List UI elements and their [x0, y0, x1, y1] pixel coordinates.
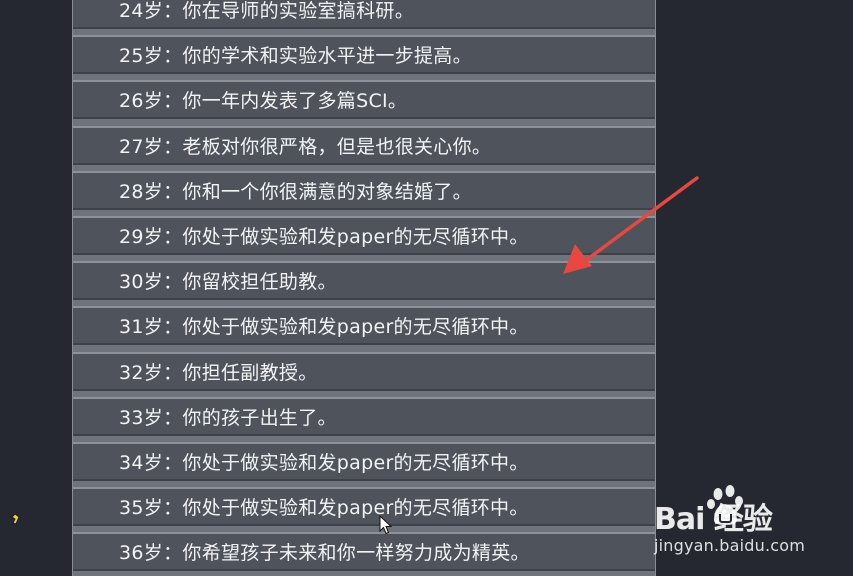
event-text: 你处于做实验和发paper的无尽循环中。: [182, 225, 529, 248]
event-age: 36岁：: [119, 542, 183, 565]
event-age: 25岁：: [119, 45, 183, 68]
event-text: 你一年内发表了多篇SCI。: [182, 90, 408, 113]
event-text: 你希望孩子未来和你一样努力成为精英。: [182, 542, 530, 565]
life-event-row[interactable]: 32岁： 你担任副教授。: [73, 351, 655, 391]
life-event-row[interactable]: 31岁： 你处于做实验和发paper的无尽循环中。: [73, 306, 655, 346]
event-text: 你的孩子出生了。: [182, 406, 337, 429]
life-event-row[interactable]: 35岁： 你处于做实验和发paper的无尽循环中。: [73, 487, 655, 527]
life-event-row[interactable]: 25岁： 你的学术和实验水平进一步提高。: [73, 35, 655, 75]
event-age: 27岁：: [119, 135, 183, 158]
event-text: 你留校担任助教。: [182, 271, 337, 294]
event-age: 31岁：: [119, 316, 183, 339]
life-event-row[interactable]: 28岁： 你和一个你很满意的对象结婚了。: [73, 170, 655, 210]
yellow-mark-icon: [11, 513, 20, 525]
event-text: 你和一个你很满意的对象结婚了。: [182, 180, 472, 203]
event-age: 29岁：: [119, 225, 183, 248]
event-age: 24岁：: [119, 0, 183, 22]
event-age: 34岁：: [119, 451, 183, 474]
life-event-row[interactable]: 36岁： 你希望孩子未来和你一样努力成为精英。: [73, 532, 655, 572]
event-age: 28岁：: [119, 180, 183, 203]
life-event-row[interactable]: 26岁： 你一年内发表了多篇SCI。: [73, 80, 655, 120]
event-text: 你处于做实验和发paper的无尽循环中。: [182, 497, 529, 520]
event-text: 你处于做实验和发paper的无尽循环中。: [182, 316, 529, 339]
watermark-url: jingyan.baidu.com: [654, 536, 806, 555]
life-event-row[interactable]: 34岁： 你处于做实验和发paper的无尽循环中。: [73, 441, 655, 481]
event-age: 32岁：: [119, 361, 183, 384]
event-text: 老板对你很严格，但是也很关心你。: [182, 135, 492, 158]
event-text: 你的学术和实验水平进一步提高。: [182, 45, 472, 68]
event-text: 你担任副教授。: [182, 361, 318, 384]
life-event-row[interactable]: 33岁： 你的孩子出生了。: [73, 396, 655, 436]
event-text: 你在导师的实验室搞科研。: [182, 0, 414, 22]
event-age: 26岁：: [119, 90, 183, 113]
event-text: 你处于做实验和发paper的无尽循环中。: [182, 451, 529, 474]
mouse-pointer-icon: [379, 515, 393, 535]
life-event-row[interactable]: 24岁： 你在导师的实验室搞科研。: [73, 0, 655, 29]
baidu-paw-icon: [707, 485, 743, 525]
baidu-watermark: Bai 经验 jingyan.baidu.com: [652, 484, 842, 564]
life-event-list[interactable]: 24岁： 你在导师的实验室搞科研。 25岁： 你的学术和实验水平进一步提高。 26岁…: [72, 0, 656, 576]
life-event-row[interactable]: 30岁： 你留校担任助教。: [73, 261, 655, 301]
life-event-row[interactable]: 29岁： 你处于做实验和发paper的无尽循环中。: [73, 215, 655, 255]
event-age: 33岁：: [119, 406, 183, 429]
event-age: 35岁：: [119, 497, 183, 520]
screen: 24岁： 你在导师的实验室搞科研。 25岁： 你的学术和实验水平进一步提高。 26岁…: [0, 0, 853, 576]
event-age: 30岁：: [119, 271, 183, 294]
life-event-row[interactable]: 27岁： 老板对你很严格，但是也很关心你。: [73, 125, 655, 165]
